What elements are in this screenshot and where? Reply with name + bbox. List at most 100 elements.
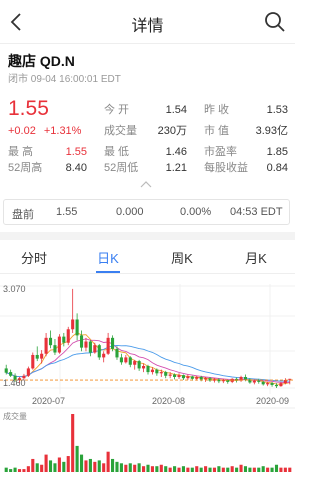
prev-close-label: 昨 收	[204, 104, 230, 116]
volume-bar	[155, 466, 159, 472]
volume-bar	[26, 466, 30, 472]
tab-weekly-k[interactable]: 周K	[152, 248, 212, 267]
high-label: 最 高	[8, 146, 34, 158]
x-tick-jul: 2020-07	[32, 396, 65, 406]
candle-body	[155, 369, 159, 374]
candle-body	[257, 380, 261, 382]
market-cap-label: 市 值	[204, 125, 230, 137]
expand-chevron-icon[interactable]	[140, 180, 152, 188]
volume-bar	[66, 456, 70, 472]
volume-bar	[31, 458, 35, 472]
volume-bar	[13, 467, 17, 472]
premarket-time: 04:53 EDT	[230, 206, 283, 218]
volume-bar	[115, 461, 119, 472]
volume-bar	[248, 467, 252, 472]
candle-body	[204, 378, 208, 380]
prev-close-value: 1.53	[266, 104, 288, 116]
candle-body	[79, 335, 84, 348]
volume-bar	[173, 466, 177, 472]
candle-body	[35, 354, 39, 359]
candle-body	[283, 380, 287, 384]
volume-bar	[93, 461, 97, 472]
volume-label: 成交量	[3, 411, 27, 421]
candle-body	[106, 337, 110, 354]
volume-bar	[150, 466, 154, 472]
candle-body	[146, 365, 150, 373]
candle-body	[111, 337, 115, 349]
nav-bar: 详情	[0, 0, 295, 44]
volume-bar	[102, 463, 106, 472]
volume-bar	[226, 467, 230, 472]
candle-body	[124, 357, 128, 363]
volume-bar	[221, 467, 225, 472]
candle-body	[266, 383, 270, 385]
candle-body	[84, 341, 88, 348]
candle-body	[270, 383, 274, 385]
tab-daily-k[interactable]: 日K	[78, 248, 138, 267]
volume-bar	[88, 458, 92, 472]
volume-bar	[283, 467, 287, 472]
candle-body	[261, 381, 265, 385]
candle-body	[181, 375, 185, 379]
candle-body	[137, 361, 141, 369]
search-icon[interactable]	[263, 9, 287, 35]
candle-body	[26, 368, 30, 376]
chart-grid	[0, 284, 295, 394]
candle-body	[9, 372, 13, 376]
section-divider	[0, 232, 295, 240]
eps-label: 每股收益	[204, 162, 248, 174]
volume-bar	[266, 467, 270, 472]
candle-body	[150, 369, 154, 373]
volume-bar	[137, 463, 141, 472]
volume-bar	[204, 466, 208, 472]
candle-body	[97, 345, 101, 358]
tab-monthly-k[interactable]: 月K	[226, 248, 286, 267]
volume-bar	[168, 467, 172, 472]
stock-name: 趣店 QD.N	[8, 53, 75, 69]
pe-label: 市盈率	[204, 146, 237, 158]
candle-body	[40, 353, 44, 359]
volume-bar	[257, 467, 261, 472]
volume-bar	[84, 460, 88, 472]
volume-bar	[190, 467, 194, 472]
premarket-percent: 0.00%	[180, 206, 212, 218]
volume-bar	[111, 458, 115, 472]
ma10-line	[6, 338, 290, 384]
high-value: 1.55	[65, 146, 87, 158]
volume-bar	[79, 454, 84, 472]
candlestick-chart[interactable]: 3.070 1.460 2020-07 2020-08 2020-09 成交量	[0, 276, 295, 476]
candle-body	[119, 357, 123, 363]
page-title: 详情	[131, 18, 164, 35]
quote-row-1: 今 开 1.54 昨 收 1.53	[0, 103, 295, 117]
quote-row-4: 52周高 8.40 52周低 1.21 每股收益 0.84	[0, 161, 295, 175]
candle-body	[177, 375, 181, 377]
y-tick-bottom: 1.460	[3, 378, 26, 388]
volume-bar	[75, 445, 79, 472]
volume-bar	[288, 467, 292, 472]
wk52-high-label: 52周高	[8, 162, 43, 174]
open-label: 今 开	[104, 104, 130, 116]
volume-bar	[40, 464, 44, 472]
volume-bar	[142, 466, 146, 472]
candle-body	[93, 345, 97, 353]
volume-label: 成交量	[104, 125, 137, 137]
eps-value: 0.84	[266, 162, 288, 174]
y-tick-top: 3.070	[3, 284, 26, 294]
wk52-low-label: 52周低	[104, 162, 139, 174]
candle-body	[274, 384, 279, 387]
moving-average-lines	[6, 332, 290, 385]
candles-group	[4, 288, 292, 388]
chart-tabs: 分时 日K 周K 月K	[0, 240, 295, 274]
candle-body	[57, 336, 61, 353]
volume-bar	[119, 463, 123, 472]
candle-body	[190, 376, 194, 379]
wk52-low-value: 1.21	[165, 162, 187, 174]
candle-body	[186, 376, 190, 379]
volume-bar	[270, 467, 274, 472]
volume-bar	[44, 454, 48, 472]
open-value: 1.54	[165, 104, 187, 116]
tab-intraday[interactable]: 分时	[4, 248, 64, 267]
volume-bar	[71, 414, 75, 472]
volume-bar	[212, 467, 217, 472]
volume-bar	[128, 463, 132, 472]
